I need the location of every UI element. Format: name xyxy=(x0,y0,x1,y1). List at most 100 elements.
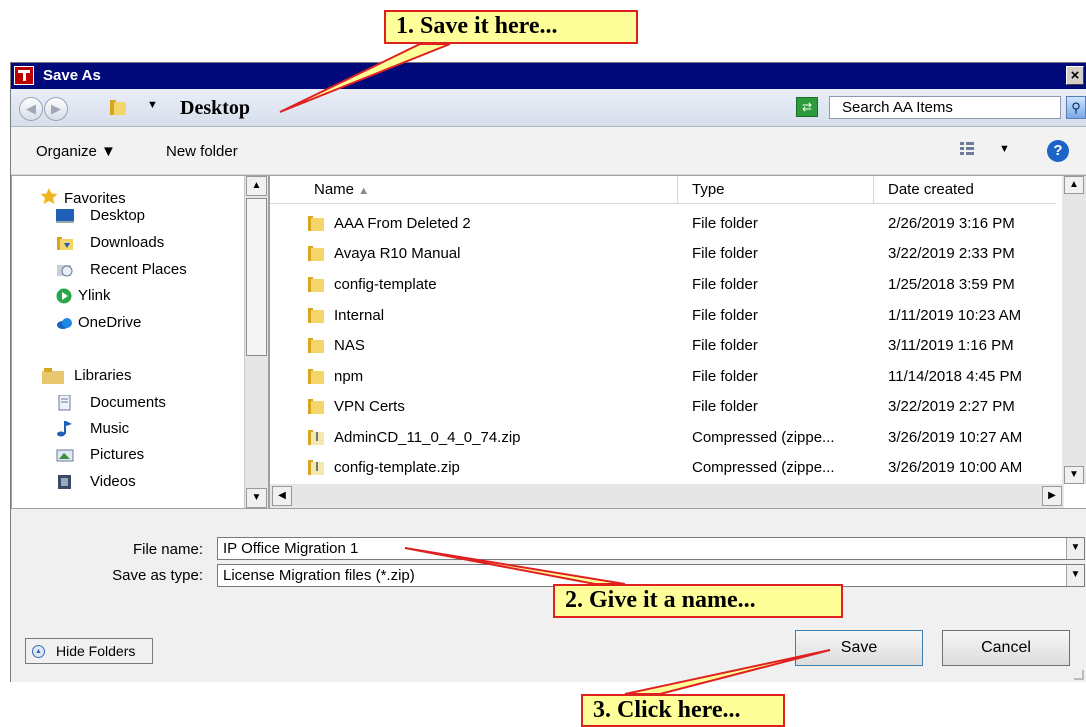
file-row[interactable]: npm File folder 11/14/2018 4:45 PM xyxy=(270,362,1056,392)
forward-button[interactable]: ▶ xyxy=(44,97,68,121)
back-button[interactable]: ◀ xyxy=(19,97,43,121)
file-type: File folder xyxy=(692,245,758,262)
file-row[interactable]: config-template File folder 1/25/2018 3:… xyxy=(270,270,1056,300)
nav-label: Videos xyxy=(90,473,136,490)
column-date-created[interactable]: Date created xyxy=(874,176,1056,204)
file-name: VPN Certs xyxy=(334,398,405,415)
file-date: 3/26/2019 10:27 AM xyxy=(888,429,1023,446)
file-row[interactable]: AAA From Deleted 2 File folder 2/26/2019… xyxy=(270,209,1056,239)
search-icon[interactable]: ⚲ xyxy=(1066,96,1086,119)
view-options-icon[interactable] xyxy=(959,141,975,157)
star-icon xyxy=(40,188,58,204)
nav-label: Downloads xyxy=(90,234,165,251)
scroll-up-icon[interactable]: ▲ xyxy=(246,176,267,196)
file-type: Compressed (zippe... xyxy=(692,459,835,476)
chevron-down-icon[interactable]: ▼ xyxy=(1066,565,1084,586)
folder-icon xyxy=(308,399,324,414)
play-circle-icon xyxy=(56,288,72,304)
nav-libraries[interactable]: Libraries xyxy=(12,366,244,390)
nav-label: Recent Places xyxy=(90,261,187,278)
scroll-up-icon[interactable]: ▲ xyxy=(1064,176,1084,194)
file-row[interactable]: Avaya R10 Manual File folder 3/22/2019 2… xyxy=(270,239,1056,269)
file-name: config-template xyxy=(334,276,437,293)
file-row[interactable]: NAS File folder 3/11/2019 1:16 PM xyxy=(270,331,1056,361)
file-date: 3/22/2019 2:27 PM xyxy=(888,398,1015,415)
new-folder-button[interactable]: New folder xyxy=(166,143,238,160)
desktop-icon xyxy=(56,209,74,223)
save-as-type-value: License Migration files (*.zip) xyxy=(223,567,415,584)
scroll-left-icon[interactable]: ◀ xyxy=(272,486,292,506)
file-type: File folder xyxy=(692,398,758,415)
folder-icon xyxy=(308,369,324,384)
file-type: File folder xyxy=(692,215,758,232)
column-date-label: Date created xyxy=(888,181,974,198)
scroll-thumb[interactable] xyxy=(246,198,267,356)
nav-label: Favorites xyxy=(64,190,126,207)
file-name: npm xyxy=(334,368,364,385)
file-date: 11/14/2018 4:45 PM xyxy=(888,368,1022,385)
navigation-pane: Favorites Desktop Downloads Recent Place… xyxy=(11,175,269,509)
save-as-dialog: Save As × ◀ ▶ ▼ Desktop ⇄ Search AA Item… xyxy=(10,62,1086,682)
pictures-icon xyxy=(56,449,74,462)
address-bar: ◀ ▶ ▼ Desktop ⇄ Search AA Items ⚲ xyxy=(11,89,1086,127)
callout-save-here: 1. Save it here... xyxy=(384,10,638,44)
scroll-down-icon[interactable]: ▼ xyxy=(1064,466,1084,484)
help-icon[interactable]: ? xyxy=(1047,140,1069,162)
current-location[interactable]: Desktop xyxy=(180,97,250,120)
file-name-input[interactable]: IP Office Migration 1 ▼ xyxy=(217,537,1085,560)
organize-button[interactable]: Organize ▼ xyxy=(36,143,116,160)
file-row[interactable]: config-template.zip Compressed (zippe...… xyxy=(270,453,1056,483)
file-date: 1/11/2019 10:23 AM xyxy=(888,307,1022,324)
file-type: File folder xyxy=(692,307,758,324)
hide-folders-button[interactable]: ▲ Hide Folders xyxy=(25,638,153,664)
nav-recent-places[interactable]: Recent Places xyxy=(12,260,244,284)
chevron-up-icon: ▲ xyxy=(32,645,45,658)
column-name[interactable]: Name ▲ xyxy=(270,176,678,204)
downloads-icon xyxy=(57,237,73,250)
column-type[interactable]: Type xyxy=(678,176,874,204)
chevron-down-icon[interactable]: ▼ xyxy=(1066,538,1084,559)
documents-icon xyxy=(58,395,71,411)
cancel-button[interactable]: Cancel xyxy=(942,630,1070,666)
resize-grip[interactable] xyxy=(1074,670,1084,680)
nav-pictures[interactable]: Pictures xyxy=(12,445,244,469)
nav-downloads[interactable]: Downloads xyxy=(12,233,244,257)
file-date: 3/22/2019 2:33 PM xyxy=(888,245,1015,262)
nav-desktop[interactable]: Desktop xyxy=(12,206,244,230)
file-name: NAS xyxy=(334,337,365,354)
save-as-type-label: Save as type: xyxy=(112,567,203,584)
file-row[interactable]: Internal File folder 1/11/2019 10:23 AM xyxy=(270,301,1056,331)
close-button[interactable]: × xyxy=(1066,66,1084,85)
chevron-down-icon[interactable]: ▼ xyxy=(147,99,158,111)
folder-icon xyxy=(308,246,324,261)
cloud-icon xyxy=(57,318,72,329)
nav-videos[interactable]: Videos xyxy=(12,472,244,496)
libraries-icon xyxy=(42,368,64,384)
save-button[interactable]: Save xyxy=(795,630,923,666)
file-type: File folder xyxy=(692,276,758,293)
nav-ylink[interactable]: Ylink xyxy=(12,286,244,310)
file-list-scrollbar[interactable]: ▲ ▼ xyxy=(1062,176,1086,484)
nav-music[interactable]: Music xyxy=(12,419,244,443)
callout-click-here: 3. Click here... xyxy=(581,694,785,727)
nav-label: Desktop xyxy=(90,207,146,224)
sort-ascending-icon: ▲ xyxy=(358,185,370,197)
scroll-right-icon[interactable]: ▶ xyxy=(1042,486,1062,506)
scroll-down-icon[interactable]: ▼ xyxy=(246,488,267,508)
recent-places-icon xyxy=(57,265,73,277)
nav-scrollbar[interactable]: ▲ ▼ xyxy=(244,176,268,508)
nav-label: Pictures xyxy=(90,446,145,463)
file-name-label: File name: xyxy=(132,541,203,558)
refresh-icon[interactable]: ⇄ xyxy=(796,97,818,117)
file-row[interactable]: VPN Certs File folder 3/22/2019 2:27 PM xyxy=(270,392,1056,422)
zip-folder-icon xyxy=(308,430,324,445)
file-type: Compressed (zippe... xyxy=(692,429,835,446)
view-dropdown-icon[interactable]: ▼ xyxy=(999,143,1010,155)
file-row[interactable]: AdminCD_11_0_4_0_74.zip Compressed (zipp… xyxy=(270,423,1056,453)
nav-onedrive[interactable]: OneDrive xyxy=(12,313,244,337)
nav-label: Libraries xyxy=(74,367,132,384)
search-input[interactable]: Search AA Items xyxy=(829,96,1061,119)
column-type-label: Type xyxy=(692,181,725,198)
nav-documents[interactable]: Documents xyxy=(12,393,244,417)
file-list-hscrollbar[interactable]: ◀ ▶ xyxy=(270,484,1064,508)
